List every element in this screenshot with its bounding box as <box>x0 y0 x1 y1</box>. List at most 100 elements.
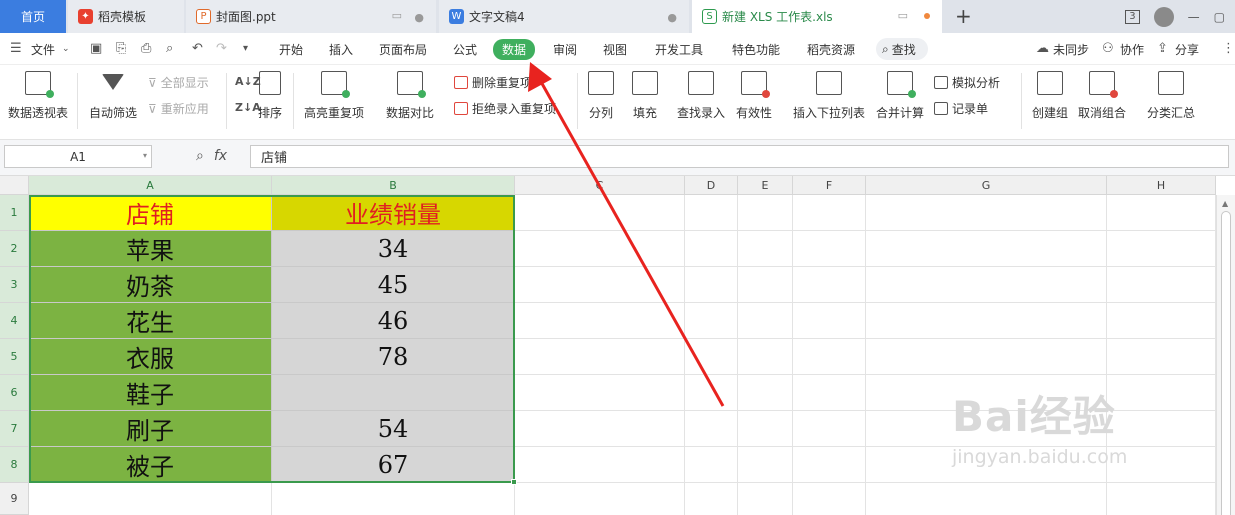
tab-ppt-file[interactable]: P 封面图.ppt ▭ ● <box>186 0 436 33</box>
column-header-f[interactable]: F <box>793 176 866 195</box>
column-header-a[interactable]: A <box>29 176 272 195</box>
fill-button[interactable]: 填充 <box>632 71 658 121</box>
row-header-7[interactable]: 7 <box>0 411 29 447</box>
row-header-4[interactable]: 4 <box>0 303 29 339</box>
chevron-down-icon[interactable]: ⌄ <box>62 44 70 54</box>
subtotal-button[interactable]: 分类汇总 <box>1147 71 1195 121</box>
record-form-button[interactable]: 记录单 <box>934 100 988 117</box>
cell-a5[interactable]: 衣服 <box>29 339 272 375</box>
menu-view[interactable]: 视图 <box>603 41 627 58</box>
select-all-corner[interactable] <box>0 176 29 195</box>
auto-filter-button[interactable]: 自动筛选 <box>89 71 137 121</box>
row-header-2[interactable]: 2 <box>0 231 29 267</box>
sync-status[interactable]: 未同步 <box>1053 41 1089 58</box>
show-all-button[interactable]: ⊽ 全部显示 <box>148 74 209 91</box>
ungroup-button[interactable]: 取消组合 <box>1078 71 1126 121</box>
search-button[interactable]: ⌕ 查找 <box>876 38 928 60</box>
cell-a7[interactable]: 刷子 <box>29 411 272 447</box>
row-header-6[interactable]: 6 <box>0 375 29 411</box>
window-count-badge[interactable]: 3 <box>1125 9 1140 24</box>
redo-icon[interactable]: ↷ <box>216 41 227 56</box>
validity-button[interactable]: 有效性 <box>736 71 772 121</box>
column-header-c[interactable]: C <box>515 176 685 195</box>
fill-handle[interactable] <box>511 479 517 485</box>
what-if-analysis-button[interactable]: 模拟分析 <box>934 74 1000 91</box>
remove-duplicates-button[interactable]: 删除重复项 <box>454 74 532 91</box>
cell-a6[interactable]: 鞋子 <box>29 375 272 411</box>
cell-a8[interactable]: 被子 <box>29 447 272 483</box>
menu-formula[interactable]: 公式 <box>453 41 477 58</box>
zoom-icon[interactable]: ⌕ <box>196 148 204 164</box>
menu-data[interactable]: 数据 <box>493 39 536 60</box>
menu-page-layout[interactable]: 页面布局 <box>379 41 427 58</box>
row-header-9[interactable]: 9 <box>0 483 29 515</box>
avatar[interactable] <box>1153 6 1174 27</box>
menu-features[interactable]: 特色功能 <box>732 41 780 58</box>
cell-b8[interactable]: 67 <box>272 447 515 483</box>
highlight-duplicates-button[interactable]: 高亮重复项 <box>304 71 364 121</box>
split-column-button[interactable]: 分列 <box>588 71 614 121</box>
cell-a2[interactable]: 苹果 <box>29 231 272 267</box>
sort-button[interactable]: 排序 <box>258 71 282 121</box>
quick-access-more-icon[interactable]: ▾ <box>243 43 248 54</box>
print-icon[interactable]: ⎙ <box>141 41 151 56</box>
close-icon[interactable]: ● <box>667 11 677 24</box>
formula-input[interactable]: 店铺 <box>250 145 1229 168</box>
more-options-icon[interactable]: ⋮ <box>1222 41 1235 56</box>
row-header-3[interactable]: 3 <box>0 267 29 303</box>
close-icon[interactable]: ● <box>414 11 424 24</box>
print-preview-icon[interactable]: ⌕ <box>166 41 173 56</box>
name-box[interactable]: A1 ▾ <box>4 145 152 168</box>
column-header-b[interactable]: B <box>272 176 515 195</box>
undo-icon[interactable]: ↶ <box>192 41 203 56</box>
fx-icon[interactable]: fx <box>214 148 227 164</box>
column-header-e[interactable]: E <box>738 176 793 195</box>
row-header-5[interactable]: 5 <box>0 339 29 375</box>
menu-docer-resources[interactable]: 稻壳资源 <box>807 41 855 58</box>
menu-insert[interactable]: 插入 <box>329 41 353 58</box>
lookup-entry-button[interactable]: 查找录入 <box>677 71 725 121</box>
tab-docer-templates[interactable]: ✦ 稻壳模板 <box>68 0 184 33</box>
row-header-8[interactable]: 8 <box>0 447 29 483</box>
tab-word-file[interactable]: W 文字文稿4 ● <box>439 0 689 33</box>
column-header-h[interactable]: H <box>1107 176 1216 195</box>
cell-a3[interactable]: 奶茶 <box>29 267 272 303</box>
export-icon[interactable]: ⎘ <box>116 41 126 56</box>
menu-developer[interactable]: 开发工具 <box>655 41 703 58</box>
column-header-g[interactable]: G <box>866 176 1107 195</box>
sort-descending-icon[interactable]: Z↓A <box>235 101 261 114</box>
menu-review[interactable]: 审阅 <box>553 41 577 58</box>
cell-b4[interactable]: 46 <box>272 303 515 339</box>
vertical-scrollbar[interactable]: ▲ <box>1216 195 1235 515</box>
tab-home[interactable]: 首页 <box>0 0 66 33</box>
restore-icon[interactable]: ▢ <box>1214 10 1225 24</box>
cell-a1-header[interactable]: 店铺 <box>29 195 272 231</box>
menu-start[interactable]: 开始 <box>279 41 303 58</box>
cell-b5[interactable]: 78 <box>272 339 515 375</box>
new-tab-plus-icon[interactable]: + <box>955 4 972 28</box>
cell-b3[interactable]: 45 <box>272 267 515 303</box>
pivot-table-button[interactable]: 数据透视表 <box>8 71 68 121</box>
save-icon[interactable]: ▣ <box>90 41 102 56</box>
create-group-button[interactable]: 创建组 <box>1032 71 1068 121</box>
cell-b1-header[interactable]: 业绩销量 <box>272 195 515 231</box>
scroll-up-icon[interactable]: ▲ <box>1222 199 1228 208</box>
data-compare-button[interactable]: 数据对比 <box>386 71 434 121</box>
hamburger-menu-icon[interactable]: ☰ <box>10 41 22 56</box>
insert-dropdown-list-button[interactable]: 插入下拉列表 <box>793 71 865 121</box>
cell-b2[interactable]: 34 <box>272 231 515 267</box>
minimize-icon[interactable]: — <box>1188 10 1200 24</box>
row-header-1[interactable]: 1 <box>0 195 29 231</box>
collaborate-button[interactable]: 协作 <box>1120 41 1144 58</box>
tab-xls-file[interactable]: S 新建 XLS 工作表.xls ▭ <box>692 0 942 33</box>
sort-ascending-icon[interactable]: A↓Z <box>235 75 261 88</box>
cell-b6[interactable] <box>272 375 515 411</box>
reject-duplicates-button[interactable]: 拒绝录入重复项 <box>454 100 556 117</box>
cell-a4[interactable]: 花生 <box>29 303 272 339</box>
chevron-down-icon[interactable]: ▾ <box>143 151 147 160</box>
column-header-d[interactable]: D <box>685 176 738 195</box>
file-menu[interactable]: 文件 <box>31 41 55 58</box>
cell-b7[interactable]: 54 <box>272 411 515 447</box>
scrollbar-thumb[interactable] <box>1221 211 1231 515</box>
share-button[interactable]: 分享 <box>1175 41 1199 58</box>
